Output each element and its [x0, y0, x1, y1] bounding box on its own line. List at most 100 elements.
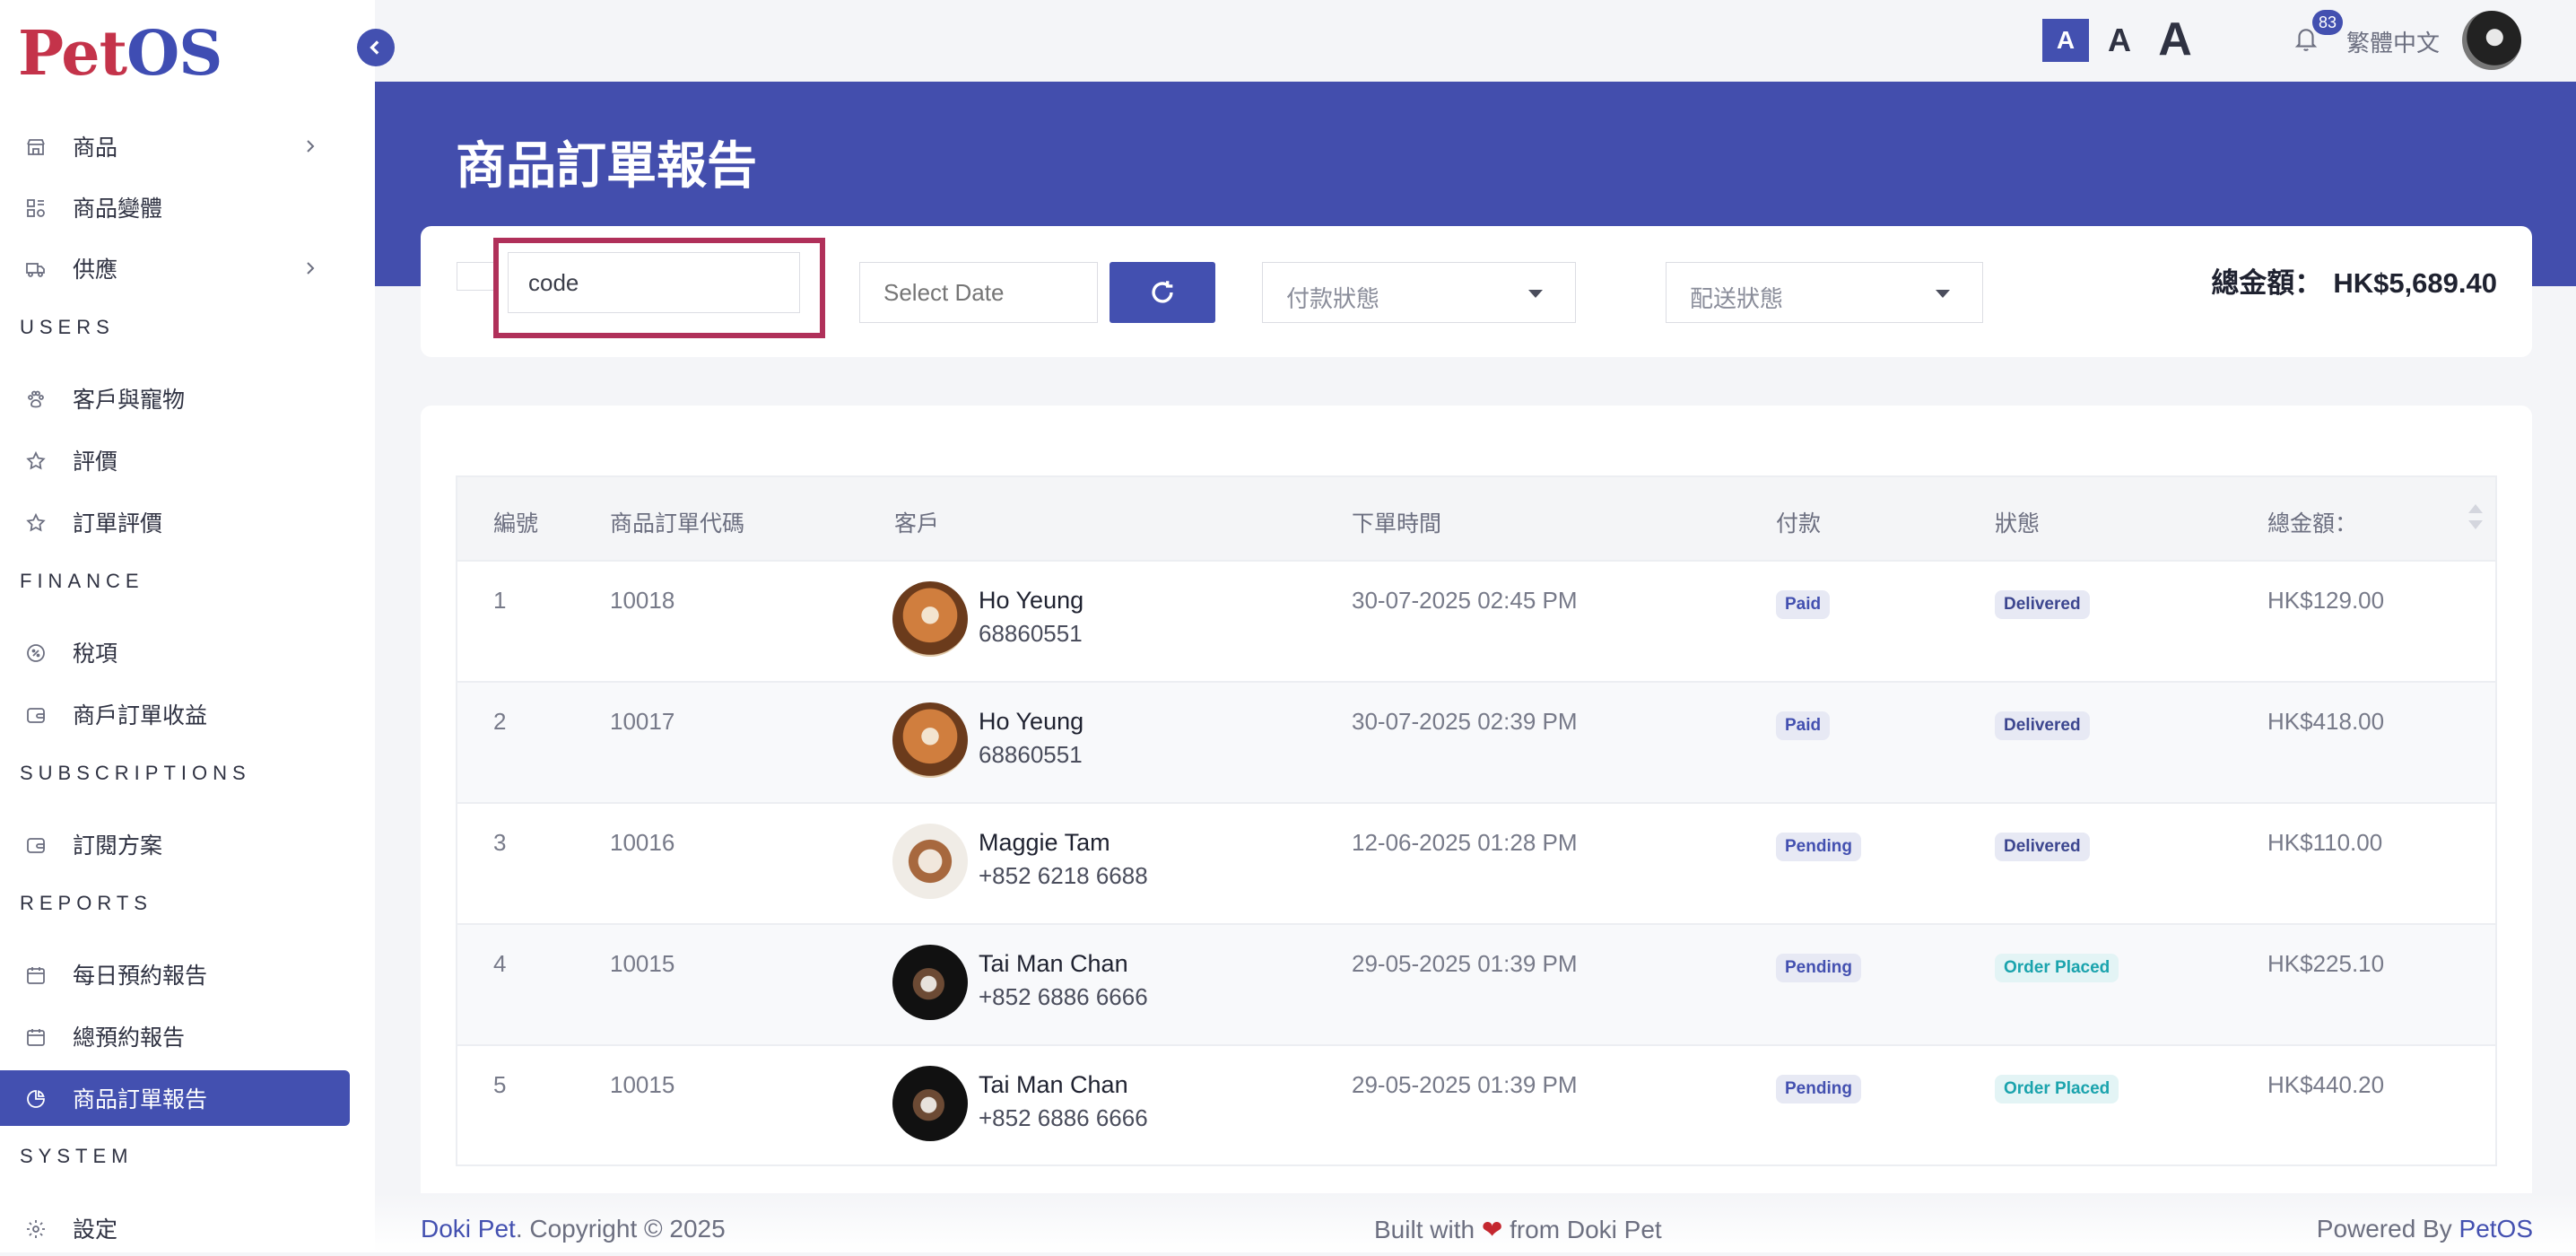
customer-avatar: [892, 1066, 968, 1141]
calendar-icon: [25, 1026, 47, 1048]
caret-down-icon: [1936, 290, 1950, 298]
cell-no: 3: [493, 829, 507, 856]
sidebar-item-label: 訂閱方案: [73, 833, 163, 859]
footer-powered-pre: Powered By: [2316, 1215, 2459, 1243]
filter-checkbox[interactable]: [457, 262, 494, 291]
sidebar-item-daily-booking-report[interactable]: 每日預約報告: [0, 946, 350, 1002]
sidebar-item-order-reviews[interactable]: 訂單評價: [0, 494, 350, 550]
sidebar-item-label: 商品變體: [73, 196, 163, 222]
section-users: USERS: [20, 316, 115, 338]
footer-petos-link[interactable]: PetOS: [2459, 1215, 2533, 1243]
footer-built-pre: Built with: [1374, 1216, 1482, 1243]
header-customer[interactable]: 客戶: [894, 506, 939, 538]
table-row[interactable]: 2 10017 Ho Yeung 68860551 30-07-2025 02:…: [457, 681, 2495, 802]
chevron-right-icon: [301, 259, 319, 277]
table-row[interactable]: 5 10015 Tai Man Chan +852 6886 6666 29-0…: [457, 1044, 2495, 1165]
cell-total: HK$225.10: [2267, 950, 2385, 977]
delivery-status-select[interactable]: 配送狀態: [1666, 262, 1983, 323]
grand-total-label: 總金額：: [2211, 267, 2323, 299]
sidebar-item-supply[interactable]: 供應: [0, 240, 350, 296]
sidebar-item-settings[interactable]: 設定: [0, 1200, 350, 1256]
sidebar-item-label: 總預約報告: [73, 1025, 186, 1051]
customer-avatar: [892, 945, 968, 1020]
status-badge: Order Placed: [1995, 1075, 2119, 1103]
footer-copyright: Doki Pet. Copyright © 2025: [421, 1215, 726, 1243]
refresh-button[interactable]: [1110, 262, 1215, 323]
footer-built-post: from Doki Pet: [1502, 1216, 1662, 1243]
font-size-medium-button[interactable]: A: [2102, 19, 2137, 62]
sidebar-item-product-order-report[interactable]: 商品訂單報告: [0, 1070, 350, 1126]
footer-copyright-text: . Copyright © 2025: [515, 1215, 726, 1243]
table-row[interactable]: 3 10016 Maggie Tam +852 6218 6688 12-06-…: [457, 802, 2495, 923]
customer-phone: +852 6218 6688: [979, 862, 1148, 889]
sidebar-item-products[interactable]: 商品: [0, 118, 350, 174]
sidebar-item-label: 供應: [73, 257, 118, 283]
sidebar-item-label: 評價: [73, 449, 118, 475]
cell-order-time: 29-05-2025 01:39 PM: [1352, 1071, 1578, 1098]
order-code-input[interactable]: [508, 252, 800, 313]
table-row[interactable]: 1 10018 Ho Yeung 68860551 30-07-2025 02:…: [457, 560, 2495, 681]
cell-order-time: 12-06-2025 01:28 PM: [1352, 829, 1578, 856]
sort-icon[interactable]: [2468, 504, 2483, 533]
cell-order-code: 10016: [610, 829, 675, 856]
petos-logo[interactable]: PetOS: [18, 18, 222, 90]
gear-icon: [25, 1218, 47, 1240]
header-order-code[interactable]: 商品訂單代碼: [610, 506, 744, 538]
user-avatar[interactable]: [2462, 11, 2521, 70]
grand-total: 總金額： HK$5,689.40: [2211, 260, 2497, 301]
customer-name: Tai Man Chan: [979, 1071, 1128, 1098]
wallet-icon: [25, 704, 47, 726]
sidebar-item-reviews[interactable]: 評價: [0, 432, 350, 488]
footer-powered-by: Powered By PetOS: [2317, 1215, 2533, 1243]
sidebar-item-tax[interactable]: 稅項: [0, 624, 350, 680]
payment-badge: Pending: [1776, 1075, 1861, 1103]
cell-order-code: 10018: [610, 587, 675, 614]
orders-table: 編號 商品訂單代碼 客戶 下單時間 付款 狀態 總金額： 1 10018 Ho …: [456, 475, 2497, 1166]
sidebar-item-label: 訂單評價: [73, 511, 163, 536]
sidebar-item-subscription-plans[interactable]: 訂閱方案: [0, 816, 350, 872]
table-header: 編號 商品訂單代碼 客戶 下單時間 付款 狀態 總金額：: [457, 477, 2495, 560]
font-size-large-button[interactable]: A: [2150, 11, 2200, 68]
grand-total-value: HK$5,689.40: [2333, 267, 2497, 299]
sidebar-item-label: 商戶訂單收益: [73, 703, 208, 728]
table-row[interactable]: 4 10015 Tai Man Chan +852 6886 6666 29-0…: [457, 923, 2495, 1044]
header-no[interactable]: 編號: [493, 506, 538, 538]
cell-no: 1: [493, 587, 507, 614]
section-system: SYSTEM: [20, 1145, 134, 1167]
sidebar-item-label: 客戶與寵物: [73, 388, 186, 413]
font-size-small-button[interactable]: A: [2042, 19, 2089, 62]
header-status[interactable]: 狀態: [1995, 506, 2040, 538]
cell-total: HK$418.00: [2267, 708, 2385, 735]
customer-phone: 68860551: [979, 620, 1083, 647]
header-payment[interactable]: 付款: [1776, 506, 1821, 538]
sidebar-collapse-button[interactable]: [357, 29, 395, 66]
sidebar-item-total-booking-report[interactable]: 總預約報告: [0, 1008, 350, 1064]
sidebar-item-merchant-revenue[interactable]: 商戶訂單收益: [0, 686, 350, 742]
sidebar-item-label: 商品: [73, 135, 118, 161]
status-badge: Order Placed: [1995, 954, 2119, 982]
footer-brand-link[interactable]: Doki Pet: [421, 1215, 516, 1243]
cell-no: 5: [493, 1071, 507, 1098]
payment-badge: Paid: [1776, 590, 1831, 619]
header-total[interactable]: 總金額：: [2267, 506, 2357, 538]
payment-badge: Paid: [1776, 711, 1831, 740]
chevron-left-icon: [370, 40, 379, 55]
refresh-icon: [1152, 281, 1173, 303]
chevron-right-icon: [301, 137, 319, 155]
truck-icon: [25, 258, 47, 280]
date-picker-input[interactable]: [859, 262, 1098, 323]
code-input-highlight: [493, 238, 825, 338]
section-reports: REPORTS: [20, 892, 152, 914]
heart-icon: ❤: [1481, 1216, 1503, 1243]
header-order-time[interactable]: 下單時間: [1352, 506, 1441, 538]
sidebar-item-product-variants[interactable]: 商品變體: [0, 179, 350, 235]
wallet-icon: [25, 834, 47, 856]
payment-status-select[interactable]: 付款狀態: [1262, 262, 1576, 323]
language-switcher[interactable]: 繁體中文: [2346, 25, 2440, 58]
delivery-status-select-label: 配送狀態: [1690, 285, 1784, 312]
cell-total: HK$129.00: [2267, 587, 2385, 614]
cell-order-code: 10015: [610, 1071, 675, 1098]
sidebar-item-customers-pets[interactable]: 客戶與寵物: [0, 371, 350, 426]
sidebar-item-label: 稅項: [73, 641, 118, 667]
section-finance: FINANCE: [20, 570, 144, 592]
